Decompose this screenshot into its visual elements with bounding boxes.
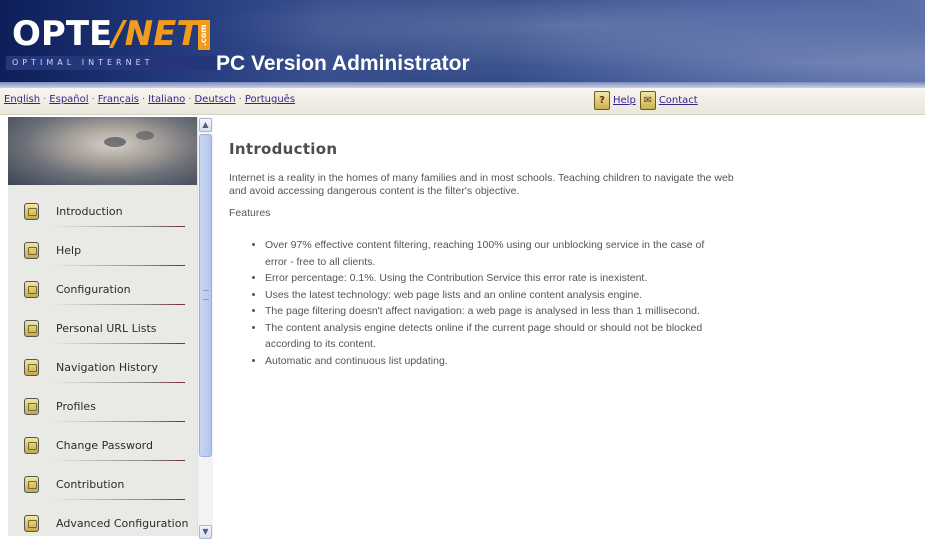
list-item: Error percentage: 0.1%. Using the Contri… (265, 270, 727, 287)
help-contact-area: ? Help ✉ Contact (594, 91, 702, 111)
sidebar-item-introduction[interactable]: Introduction (8, 193, 197, 232)
book-icon (24, 242, 39, 259)
main-content: Introduction Internet is a reality in th… (229, 140, 749, 369)
book-icon (24, 398, 39, 415)
language-link-deutsch[interactable]: Deutsch (194, 94, 235, 105)
sidebar-item-label: Personal URL Lists (56, 322, 157, 335)
contact-icon[interactable]: ✉ (639, 91, 656, 110)
header-banner: OPTE/NET .com OPTIMAL INTERNET PC Versio… (0, 0, 925, 88)
divider (52, 382, 185, 383)
divider (52, 265, 185, 266)
sidebar-item-label: Profiles (56, 400, 96, 413)
help-link[interactable]: Help (613, 95, 636, 106)
intro-paragraph: Internet is a reality in the homes of ma… (229, 172, 734, 197)
sidebar-item-help[interactable]: Help (8, 232, 197, 271)
logo-net: NET (124, 14, 200, 54)
sidebar-item-advanced-configuration[interactable]: Advanced Configuration (8, 505, 197, 536)
question-mark-icon[interactable]: ? (594, 91, 610, 110)
list-item: Uses the latest technology: web page lis… (265, 287, 727, 304)
language-link-espanol[interactable]: Español (49, 94, 88, 105)
divider (52, 460, 185, 461)
divider (52, 499, 185, 500)
book-icon (24, 515, 39, 532)
language-bar: English · Español · Français · Italiano · Deutsc… (0, 88, 925, 115)
book-icon (24, 476, 39, 493)
language-links: English · Español · Français · Italiano · Deutsc… (4, 94, 295, 105)
language-link-francais[interactable]: Français (98, 94, 139, 105)
book-icon (24, 203, 39, 220)
sidebar-item-label: Advanced Configuration (56, 517, 189, 530)
photo-shade (104, 137, 126, 147)
book-icon (24, 359, 39, 376)
sidebar: Introduction Help Configuration Personal… (8, 117, 198, 536)
separator: · (188, 94, 192, 105)
separator: · (238, 94, 242, 105)
app-title: PC Version Administrator (216, 52, 470, 75)
sidebar-menu: Introduction Help Configuration Personal… (8, 193, 197, 536)
sidebar-item-personal-url-lists[interactable]: Personal URL Lists (8, 310, 197, 349)
language-link-portugues[interactable]: Português (245, 94, 295, 105)
features-list: Over 97% effective content filtering, re… (229, 237, 727, 369)
divider (52, 304, 185, 305)
scroll-down-arrow-icon[interactable]: ▼ (199, 525, 212, 539)
book-icon (24, 281, 39, 298)
logo-slash: / (112, 14, 125, 54)
sidebar-child-photo (8, 117, 197, 185)
sidebar-item-label: Navigation History (56, 361, 158, 374)
separator: · (43, 94, 47, 105)
separator: · (91, 94, 95, 105)
page-title: Introduction (229, 140, 338, 158)
list-item: Automatic and continuous list updating. (265, 353, 727, 370)
divider (52, 226, 185, 227)
contact-link[interactable]: Contact (659, 95, 698, 106)
sidebar-item-configuration[interactable]: Configuration (8, 271, 197, 310)
logo-com: .com (198, 20, 210, 50)
divider (52, 343, 185, 344)
sidebar-item-label: Help (56, 244, 82, 257)
features-heading: Features (229, 207, 271, 219)
scroll-up-arrow-icon[interactable]: ▲ (199, 118, 212, 132)
list-item: The content analysis engine detects onli… (265, 320, 727, 353)
grip-icon (203, 290, 209, 300)
separator: · (141, 94, 146, 105)
opte-net-logo: OPTE/NET .com OPTIMAL INTERNET (6, 14, 218, 76)
sidebar-scrollbar[interactable]: ▲ ▼ (197, 117, 213, 539)
sidebar-item-contribution[interactable]: Contribution (8, 466, 197, 505)
sidebar-item-label: Contribution (56, 478, 125, 491)
sidebar-item-change-password[interactable]: Change Password (8, 427, 197, 466)
sidebar-item-label: Change Password (56, 439, 153, 452)
book-icon (24, 437, 39, 454)
book-icon (24, 320, 39, 337)
divider (52, 421, 185, 422)
logo-opte: OPTE (12, 14, 113, 54)
language-link-english[interactable]: English (4, 94, 40, 105)
logo-wordmark: OPTE/NET (12, 14, 200, 54)
sidebar-item-navigation-history[interactable]: Navigation History (8, 349, 197, 388)
photo-shade (136, 131, 154, 140)
language-link-italiano[interactable]: Italiano (148, 94, 185, 105)
sidebar-item-profiles[interactable]: Profiles (8, 388, 197, 427)
logo-tagline: OPTIMAL INTERNET (6, 56, 218, 70)
scroll-thumb[interactable] (199, 134, 212, 457)
sidebar-item-label: Introduction (56, 205, 123, 218)
list-item: Over 97% effective content filtering, re… (265, 237, 727, 270)
sidebar-item-label: Configuration (56, 283, 131, 296)
list-item: The page filtering doesn't affect naviga… (265, 303, 727, 320)
